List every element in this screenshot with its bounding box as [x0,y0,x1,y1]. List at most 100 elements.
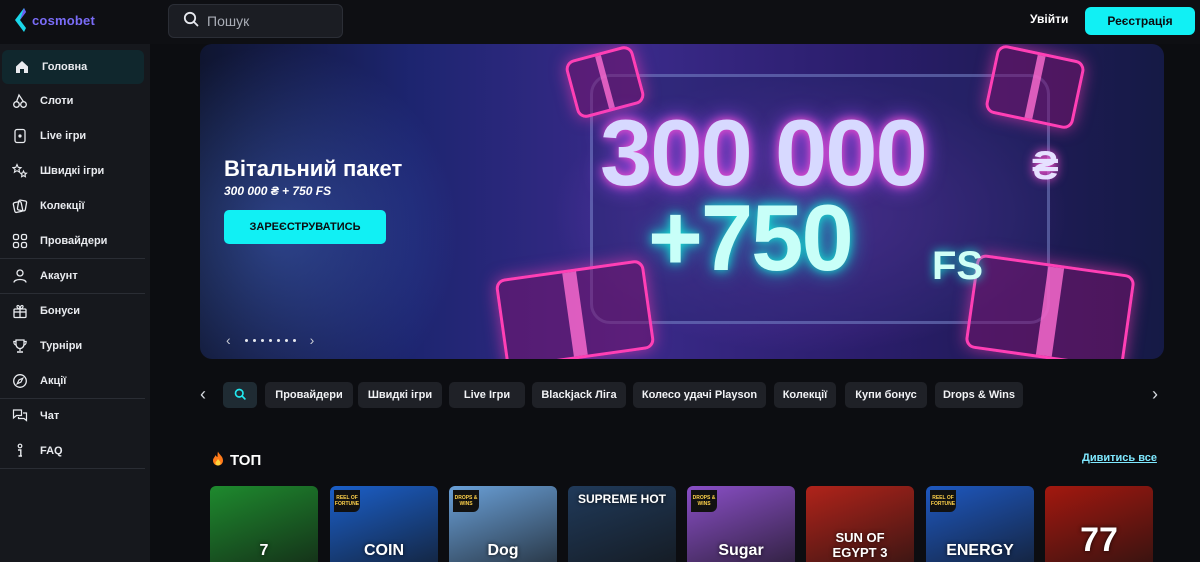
sidebar-item-home[interactable]: Головна [2,50,144,84]
cards-icon [12,128,28,144]
register-button[interactable]: Реєстрація [1085,7,1195,35]
sidebar-item-collections[interactable]: Колекції [0,189,150,223]
collection-icon [12,198,28,214]
sidebar-item-label: Швидкі ігри [40,165,105,177]
sidebar-item-providers[interactable]: Провайдери [0,224,150,258]
sidebar-item-tournaments[interactable]: Турніри [0,329,150,363]
chip-live-games[interactable]: Live Ігри [449,382,525,408]
sidebar-item-label: FAQ [40,445,63,457]
game-title: ENERGY [946,542,1014,559]
sidebar-item-label: Слоти [40,95,74,107]
chip-collections[interactable]: Колекції [774,382,836,408]
sidebar-item-label: Колекції [40,200,85,212]
carousel-dot[interactable] [284,338,288,342]
gift-box-image [964,253,1136,359]
banner-subtitle: 300 000 ₴ + 750 FS [224,184,332,198]
sidebar-item-label: Акаунт [40,270,78,282]
sidebar-item-promotions[interactable]: Акції [0,364,150,398]
chip-blackjack-league[interactable]: Blackjack Ліга [532,382,626,408]
chevron-left-icon[interactable]: ‹ [226,332,231,348]
logo-icon [12,6,28,34]
game-title: COIN [364,542,404,559]
carousel-dot[interactable] [244,338,248,342]
see-all-link[interactable]: Дивитись все [1082,452,1157,464]
carousel-dot[interactable] [260,338,264,342]
reel-of-fortune-badge: REEL OF FORTUNE [930,490,956,512]
sidebar-item-label: Live ігри [40,130,87,142]
chip-drops-wins[interactable]: Drops & Wins [935,382,1023,408]
search-icon [234,388,246,403]
logo[interactable]: cosmobet [12,6,95,34]
category-chips: ‹ Провайдери Швидкі ігри Live Ігри Black… [190,382,1170,408]
carousel-dot[interactable] [268,338,272,342]
game-title: SUPREME HOT [577,492,666,506]
sidebar-item-label: Бонуси [40,305,80,317]
game-tile[interactable]: 77 [1045,486,1153,562]
carousel-dot[interactable] [276,338,280,342]
sidebar: Головна Слоти Live ігри Швидкі ігри Коле… [0,44,150,562]
search-box[interactable] [168,4,343,38]
chip-quick-games[interactable]: Швидкі ігри [358,382,442,408]
promo-banner[interactable]: 300 000 ₴ +750 FS Вітальний пакет 300 00… [200,44,1164,359]
sidebar-item-slots[interactable]: Слоти [0,84,150,118]
game-title: 7 [259,542,269,559]
chip-search[interactable] [223,382,257,408]
login-link[interactable]: Увійти [1030,12,1068,26]
compass-icon [12,373,28,389]
games-row: 7 REEL OF FORTUNE COIN DROPS & WINS Dog SU… [210,486,1170,562]
chevron-right-icon[interactable]: › [310,332,315,348]
carousel-dot[interactable] [292,338,296,342]
user-icon [12,268,28,284]
banner-fs: FS [932,244,984,288]
sidebar-item-account[interactable]: Акаунт [0,259,150,293]
banner-glow [200,44,460,359]
sidebar-item-label: Турніри [40,340,83,352]
sidebar-item-quick-games[interactable]: Швидкі ігри [0,154,150,188]
sidebar-item-bonuses[interactable]: Бонуси [0,294,150,328]
game-tile[interactable]: REEL OF FORTUNE COIN [330,486,438,562]
chevron-left-icon[interactable]: ‹ [200,384,206,404]
info-icon [12,443,28,459]
sidebar-item-live-games[interactable]: Live ігри [0,119,150,153]
top-bar: cosmobet Увійти Реєстрація [0,0,1200,44]
sidebar-item-label: Провайдери [40,235,108,247]
sidebar-item-faq[interactable]: FAQ [0,434,150,468]
grid-icon [12,233,28,249]
chip-providers[interactable]: Провайдери [265,382,353,408]
drops-wins-badge: DROPS & WINS [453,490,479,512]
trophy-icon [12,338,28,354]
game-title: Dog [487,542,519,559]
chat-icon [12,408,28,424]
section-title: ТОП [212,451,261,470]
game-tile[interactable]: SUPREME HOT [568,486,676,562]
chip-buy-bonus[interactable]: Купи бонус [845,382,927,408]
game-tile[interactable]: 7 [210,486,318,562]
game-tile[interactable]: DROPS & WINS Dog [449,486,557,562]
banner-spins: +750 [648,185,854,290]
banner-title: Вітальний пакет [224,156,403,181]
game-title: Sugar [718,542,764,559]
drops-wins-badge: DROPS & WINS [691,490,717,512]
sidebar-divider [0,468,145,469]
sidebar-item-label: Чат [40,410,60,422]
carousel-dot[interactable] [252,338,256,342]
carousel-dots [244,338,296,342]
game-tile[interactable]: REEL OF FORTUNE ENERGY [926,486,1034,562]
logo-text: cosmobet [32,12,96,28]
section-title-text: ТОП [230,452,262,469]
chip-wheel-of-fortune[interactable]: Колесо удачі Playson [633,382,766,408]
main-content: 300 000 ₴ +750 FS Вітальний пакет 300 00… [150,44,1200,562]
game-title: SUN OF EGYPT 3 [832,530,888,560]
game-tile[interactable]: SUN OF EGYPT 3 [806,486,914,562]
register-cta-button[interactable]: ЗАРЕЄСТРУВАТИСЬ [224,210,386,244]
search-input[interactable] [207,13,327,29]
gift-box-image [494,258,656,359]
gift-icon [12,303,28,319]
game-tile[interactable]: DROPS & WINS Sugar [687,486,795,562]
cherries-icon [12,93,28,109]
sidebar-item-label: Акції [40,375,67,387]
chevron-right-icon[interactable]: › [1152,384,1158,404]
sidebar-item-chat[interactable]: Чат [0,399,150,433]
stars-icon [12,163,28,179]
game-title: 77 [1080,521,1118,559]
